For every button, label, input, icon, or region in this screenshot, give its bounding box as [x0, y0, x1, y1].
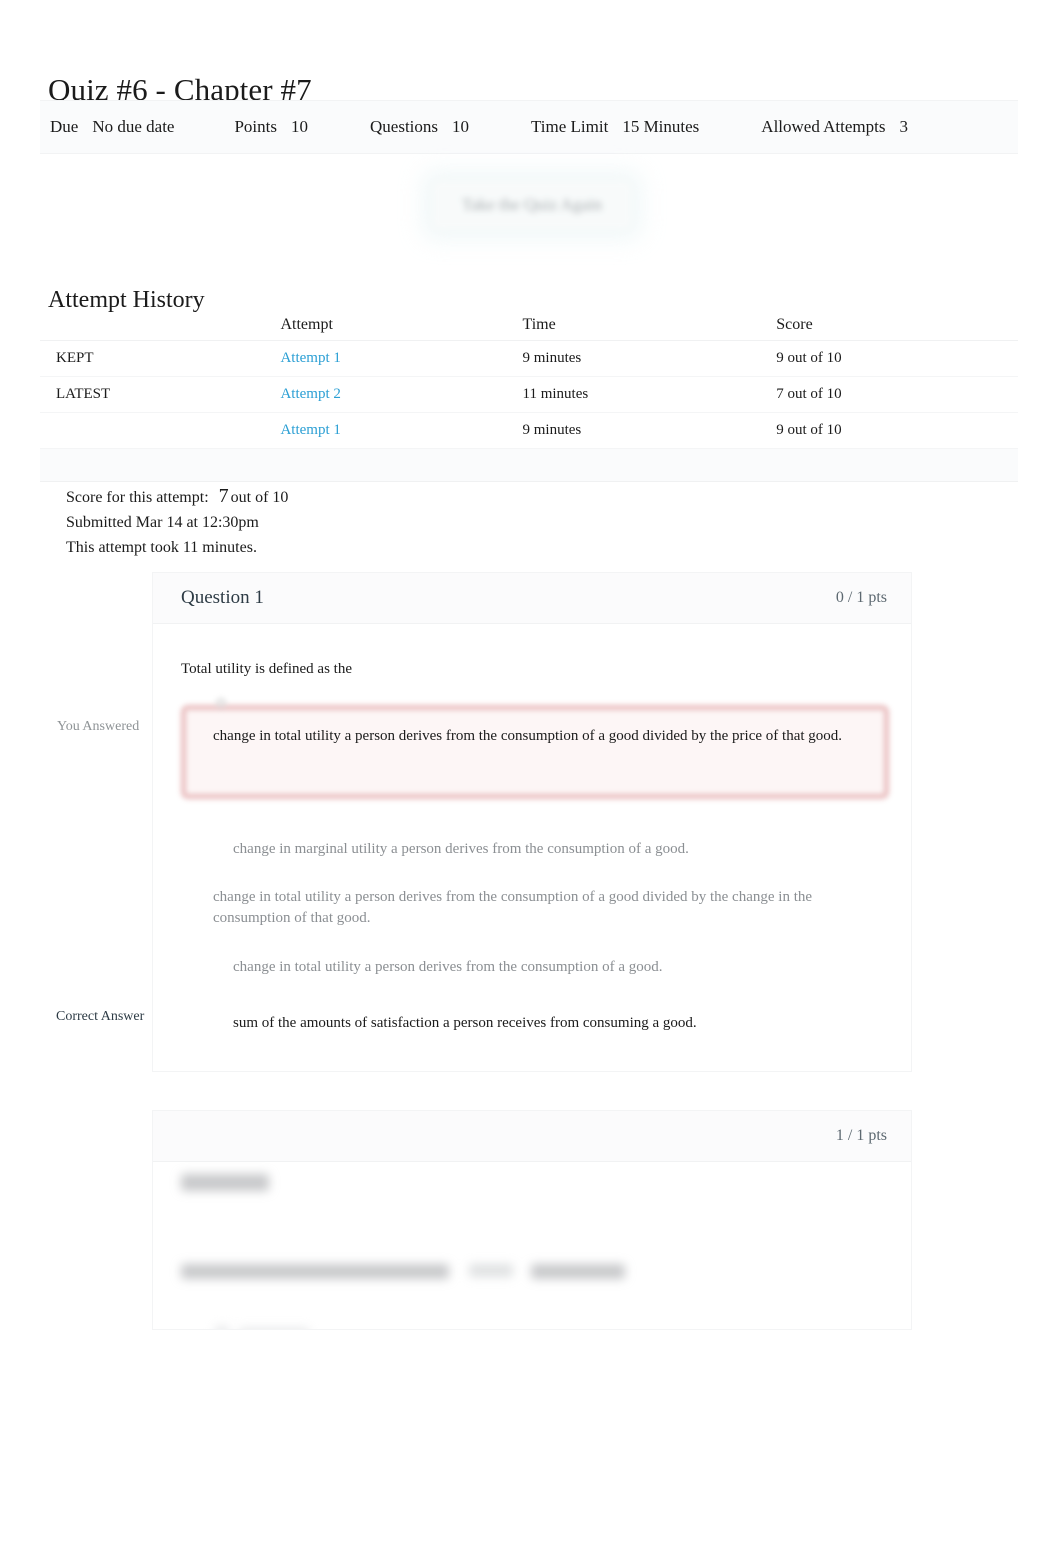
meta-time-limit: Time Limit 15 Minutes [531, 117, 699, 137]
question-2-header: 1 / 1 pts [153, 1111, 911, 1162]
meta-due-value: No due date [92, 117, 175, 136]
attempt-link[interactable]: Attempt 1 [280, 350, 340, 366]
meta-due: Due No due date [50, 117, 174, 137]
attempt-link[interactable]: Attempt 1 [280, 422, 340, 438]
attempt-score-suffix: out of 10 [230, 489, 289, 506]
meta-time-limit-value: 15 Minutes [622, 117, 700, 136]
radio-icon [215, 697, 227, 709]
meta-points-value: 10 [291, 117, 308, 136]
meta-points: Points 10 [234, 117, 308, 137]
attempt-duration: This attempt took 11 minutes. [66, 539, 257, 556]
attempt-score-value: 7 [218, 485, 229, 507]
row-attempt-cell: Attempt 2 [280, 376, 523, 413]
table-row: LATEST Attempt 2 11 minutes 7 out of 10 [40, 376, 1018, 413]
meta-allowed-attempts: Allowed Attempts 3 [761, 117, 908, 137]
row-time: 11 minutes [522, 376, 777, 413]
table-row: KEPT Attempt 1 9 minutes 9 out of 10 [40, 340, 1018, 377]
question-1-prompt: Total utility is defined as the [181, 661, 352, 677]
row-score: 9 out of 10 [776, 340, 1018, 377]
you-answered-label: You Answered [57, 719, 140, 734]
question-1-header: Question 1 0 / 1 pts [153, 573, 911, 624]
quiz-meta-bar: Due No due date Points 10 Questions 10 T… [40, 100, 1018, 154]
row-attempt-cell: Attempt 1 [280, 340, 523, 377]
selected-answer-highlight [181, 705, 889, 799]
table-footer-cell [40, 448, 1018, 482]
meta-allowed-attempts-label: Allowed Attempts [761, 117, 886, 136]
question-card-1: Question 1 0 / 1 pts Total utility is de… [152, 572, 912, 1072]
col-attempt-header: Attempt [280, 310, 523, 341]
attempt-summary: Score for this attempt: 7 out of 10 Submit… [66, 484, 288, 560]
answer-option-text: change in marginal utility a person deri… [233, 840, 689, 857]
retake-quiz-button[interactable]: Take the Quiz Again [432, 180, 632, 230]
correct-answer-label: Correct Answer [56, 1009, 145, 1024]
row-score: 9 out of 10 [776, 412, 1018, 449]
attempt-submitted: Submitted Mar 14 at 12:30pm [66, 514, 259, 531]
meta-time-limit-label: Time Limit [531, 117, 609, 136]
table-header-row: Attempt Time Score [40, 310, 1018, 341]
meta-questions-label: Questions [370, 117, 438, 136]
retake-quiz-button-wrapper: Take the Quiz Again [432, 180, 632, 230]
attempt-history-table: Attempt Time Score KEPT Attempt 1 9 minu… [40, 310, 1018, 482]
answer-option[interactable]: change in total utility a person derives… [153, 877, 911, 939]
row-status: LATEST [40, 376, 281, 413]
row-time: 9 minutes [522, 412, 777, 449]
correct-answer-text: sum of the amounts of satisfaction a per… [233, 1014, 697, 1031]
meta-points-label: Points [234, 117, 277, 136]
meta-allowed-attempts-value: 3 [899, 117, 909, 136]
question-card-2: 1 / 1 pts [152, 1110, 912, 1330]
question-1-name: Question 1 [181, 587, 264, 608]
quiz-results-page: Quiz #6 - Chapter #7 Due No due date Poi… [0, 0, 1062, 1561]
answer-option-text: change in total utility a person derives… [213, 889, 813, 926]
col-time-header: Time [522, 310, 777, 341]
correct-answer-option[interactable]: sum of the amounts of satisfaction a per… [153, 995, 911, 1051]
attempt-history-body: KEPT Attempt 1 9 minutes 9 out of 10 LAT… [40, 340, 1018, 449]
attempt-history-head: Attempt Time Score [40, 310, 1018, 341]
meta-due-label: Due [50, 117, 79, 136]
attempt-link[interactable]: Attempt 2 [280, 386, 340, 402]
table-row: Attempt 1 9 minutes 9 out of 10 [40, 412, 1018, 449]
answer-option[interactable]: change in marginal utility a person deri… [153, 821, 911, 877]
selected-answer-text[interactable]: change in total utility a person derives… [213, 725, 853, 747]
table-footer-row [40, 448, 1018, 482]
meta-questions: Questions 10 [370, 117, 469, 137]
question-1-points: 0 / 1 pts [835, 589, 887, 606]
answer-option-text: change in total utility a person derives… [233, 958, 663, 975]
answer-option[interactable]: change in total utility a person derives… [153, 939, 911, 995]
row-time: 9 minutes [522, 340, 777, 377]
row-status [40, 412, 281, 449]
row-attempt-cell: Attempt 1 [280, 412, 523, 449]
answer-options-list: change in marginal utility a person deri… [153, 821, 911, 1051]
row-status: KEPT [40, 340, 281, 377]
col-score-header: Score [776, 310, 1018, 341]
col-status-header [40, 310, 281, 341]
attempt-score-label: Score for this attempt: [66, 489, 209, 506]
row-score: 7 out of 10 [776, 376, 1018, 413]
question-2-points: 1 / 1 pts [835, 1127, 887, 1144]
attempt-score-line: Score for this attempt: 7 out of 10 [66, 484, 288, 510]
attempt-history-foot [40, 448, 1018, 482]
meta-questions-value: 10 [452, 117, 469, 136]
